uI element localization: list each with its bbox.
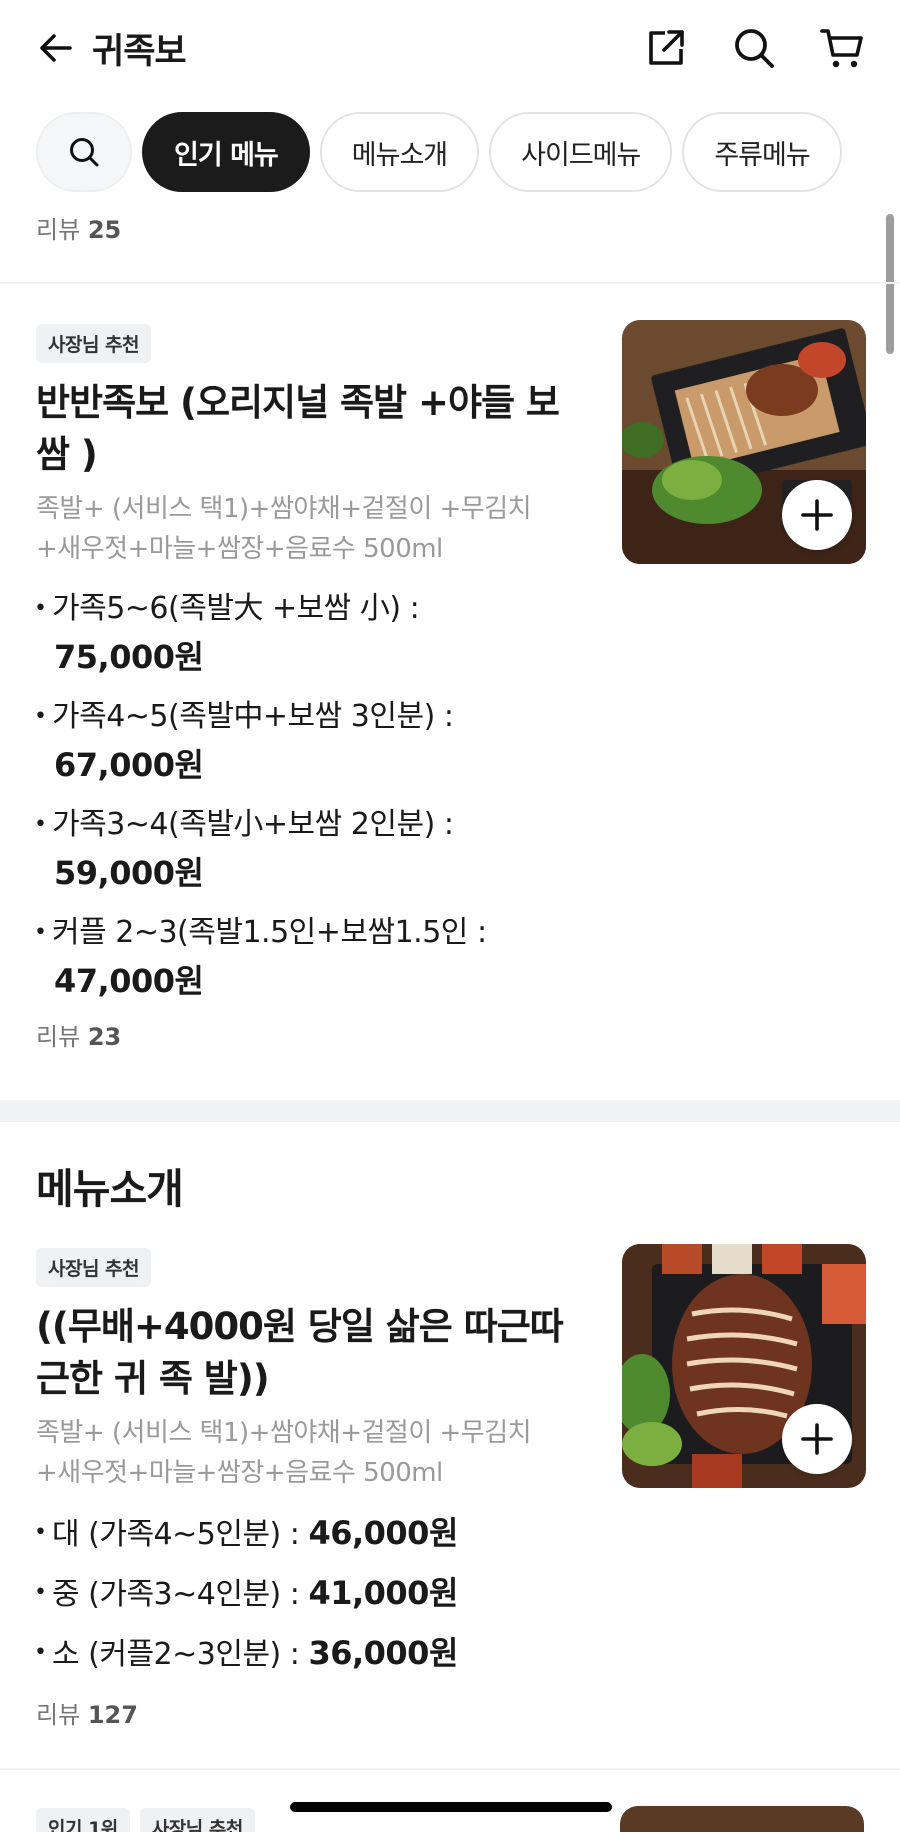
price-option: 가족5~6(족발大 +보쌈 小) : 75,000원	[34, 585, 866, 681]
price-options: 가족5~6(족발大 +보쌈 小) : 75,000원 가족4~5(족발中+보쌈 …	[34, 585, 866, 1005]
review-count: 리뷰 25	[36, 216, 122, 244]
add-to-cart-button[interactable]	[782, 1404, 852, 1474]
home-indicator	[290, 1802, 612, 1812]
scrollbar[interactable]	[886, 214, 894, 354]
menu-item-photo[interactable]	[620, 1806, 864, 1832]
menu-search-chip[interactable]	[36, 112, 132, 192]
menu-item[interactable]: 사장님 추천 ((무배+4000원 당일 삶은 따근따근한 귀 족 발)) 족발…	[34, 1244, 866, 1730]
search-button[interactable]	[730, 24, 778, 72]
section-divider	[0, 1100, 900, 1122]
menu-item-name: 반반족보 (오리지널 족발 +야들 보쌈 )	[36, 381, 560, 476]
section-title: 메뉴소개	[36, 1165, 184, 1213]
menu-item-partial: 인기 1위 사장님 추천	[36, 1808, 255, 1832]
price-options: 대 (가족4~5인분) : 46,000원 중 (가족3~4인분) : 41,0…	[34, 1509, 866, 1679]
plus-icon	[801, 1423, 833, 1455]
menu-item-description: 족발+ (서비스 택1)+쌈야채+겉절이 +무김치 +새우젓+마늘+쌈장+음료수…	[36, 494, 532, 564]
cart-icon	[820, 29, 863, 68]
category-chip-bar: 인기 메뉴 메뉴소개 사이드메뉴 주류메뉴	[36, 112, 900, 194]
share-icon	[649, 30, 684, 65]
price-option: 소 (커플2~3인분) : 36,000원	[34, 1629, 866, 1679]
owner-recommend-badge: 사장님 추천	[36, 324, 152, 363]
arrow-left-icon	[40, 34, 72, 62]
plus-icon	[801, 499, 833, 531]
chip-drinks-menu[interactable]: 주류메뉴	[682, 112, 842, 192]
price-option: 가족4~5(족발中+보쌈 3인분) : 67,000원	[34, 693, 866, 789]
cart-button[interactable]	[818, 24, 866, 72]
price-option: 커플 2~3(족발1.5인+보쌈1.5인 : 47,000원	[34, 909, 866, 1005]
menu-item[interactable]: 사장님 추천 반반족보 (오리지널 족발 +야들 보쌈 ) 족발+ (서비스 택…	[34, 320, 866, 1052]
price-option: 대 (가족4~5인분) : 46,000원	[34, 1509, 866, 1559]
price-option: 중 (가족3~4인분) : 41,000원	[34, 1569, 866, 1619]
share-button[interactable]	[642, 24, 690, 72]
review-count: 리뷰 23	[36, 1023, 122, 1051]
back-button[interactable]	[34, 26, 78, 70]
divider	[0, 1768, 900, 1770]
chip-popular-menu[interactable]: 인기 메뉴	[142, 112, 310, 192]
menu-item-photo[interactable]	[622, 1244, 866, 1488]
popular-rank-badge: 인기 1위	[36, 1808, 130, 1832]
price-option: 가족3~4(족발小+보쌈 2인분) : 59,000원	[34, 801, 866, 897]
menu-item-description: 족발+ (서비스 택1)+쌈야채+겉절이 +무김치 +새우젓+마늘+쌈장+음료수…	[36, 1418, 532, 1488]
owner-recommend-badge: 사장님 추천	[36, 1248, 152, 1287]
chip-menu-intro[interactable]: 메뉴소개	[319, 112, 480, 192]
owner-recommend-badge: 사장님 추천	[139, 1808, 255, 1832]
app-header: 귀족보	[0, 0, 900, 96]
search-icon	[70, 138, 99, 167]
add-to-cart-button[interactable]	[782, 480, 852, 550]
menu-item-photo[interactable]	[622, 320, 866, 564]
store-title: 귀족보	[92, 31, 187, 72]
divider	[0, 282, 900, 284]
review-count: 리뷰 127	[36, 1701, 138, 1729]
menu-item-name: ((무배+4000원 당일 삶은 따근따근한 귀 족 발))	[36, 1305, 564, 1400]
chip-side-menu[interactable]: 사이드메뉴	[489, 112, 673, 192]
search-icon	[735, 29, 774, 68]
